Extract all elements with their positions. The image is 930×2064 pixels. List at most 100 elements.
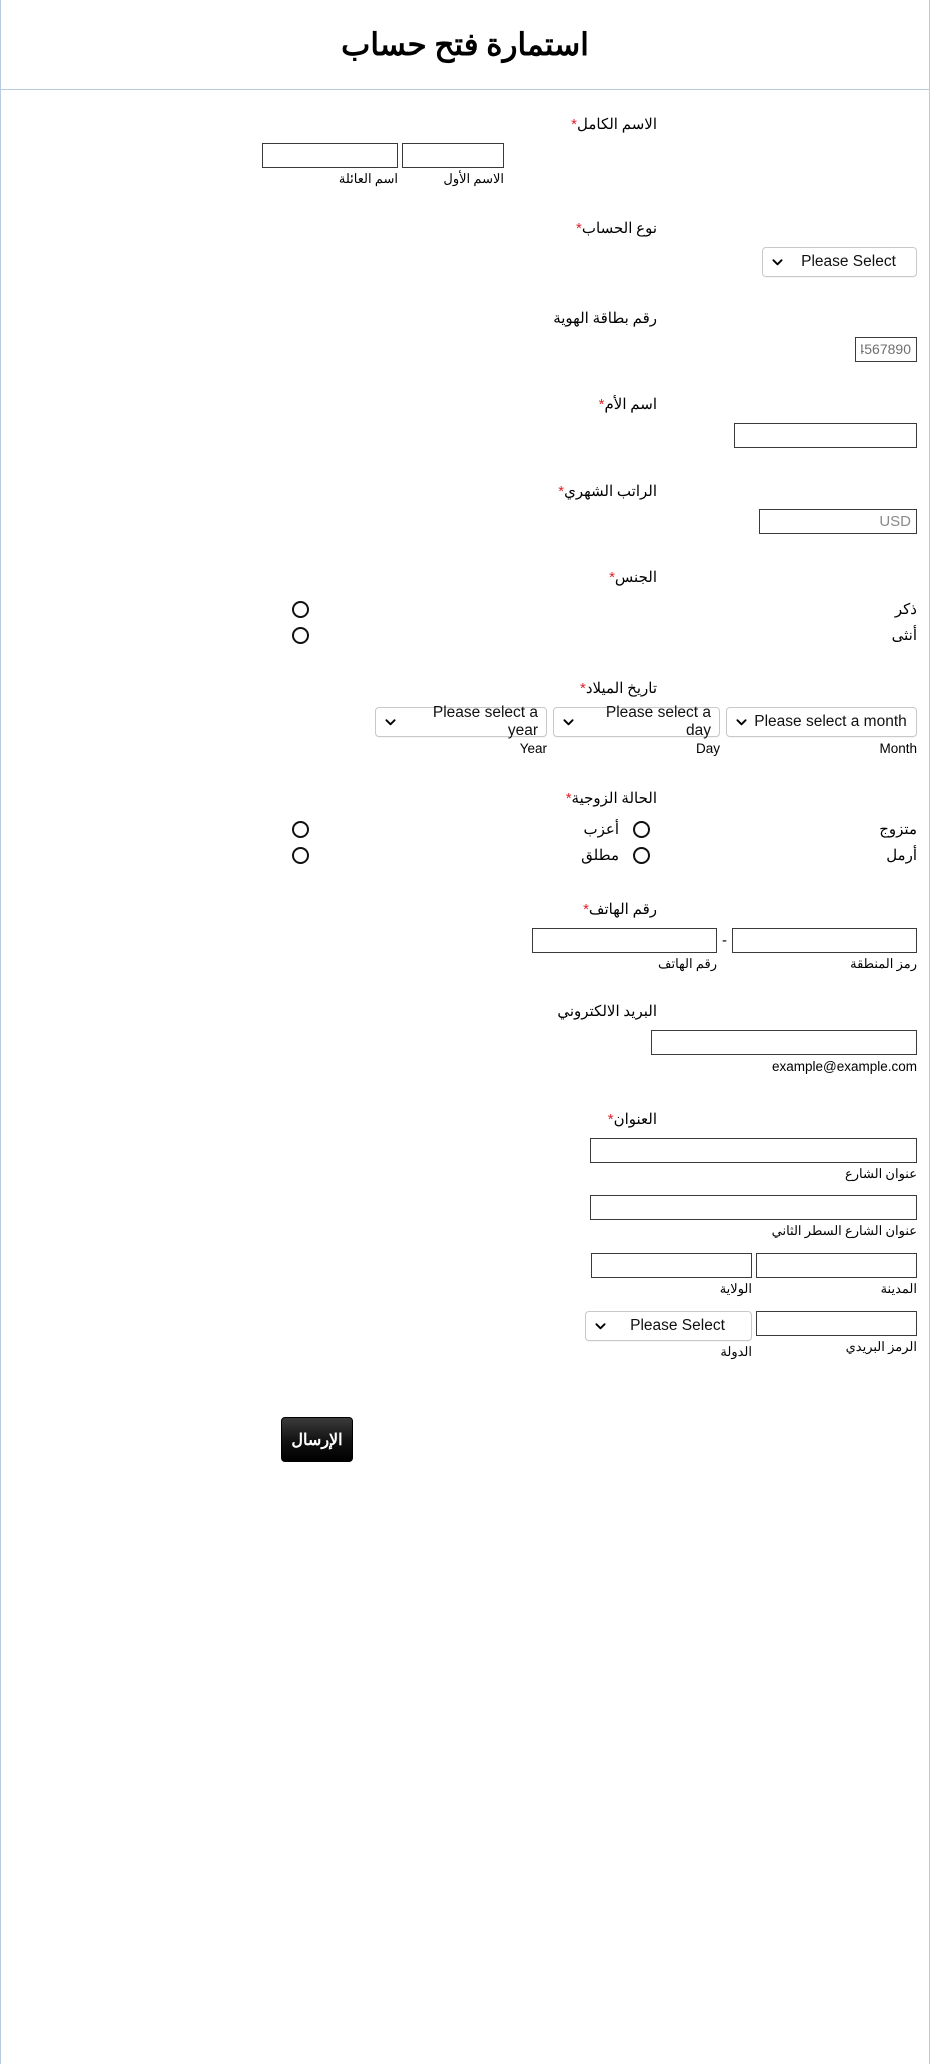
marital-single-label: أعزب [583, 822, 619, 839]
marital-divorced-label: مطلق [581, 848, 619, 865]
field-marital-status: الحالة الزوجية* متزوج أعزب أرمل مطلق [1, 790, 929, 869]
field-birth-date: تاريخ الميلاد* Please select a month Mon… [1, 680, 929, 757]
gender-male-radio[interactable] [292, 600, 309, 618]
account-type-select[interactable]: Please Select [762, 247, 917, 278]
first-name-group: الاسم الأول [402, 142, 504, 187]
mother-name-row [262, 422, 917, 448]
email-group: example@example.com [651, 1029, 917, 1075]
chevron-down-icon [563, 716, 574, 727]
marital-single-radio[interactable] [292, 821, 309, 839]
chevron-down-icon [595, 1320, 606, 1331]
phone-area-code-group: رمز المنطقة [732, 927, 917, 972]
mother-name-label: اسم الأم* [1, 396, 657, 415]
phone-label: رقم الهاتف* [1, 901, 657, 920]
monthly-salary-input[interactable] [759, 509, 917, 535]
gender-label-text: الجنس [614, 570, 657, 587]
id-card-input[interactable] [855, 336, 917, 362]
form-page: استمارة فتح حساب الاسم الكامل* الاسم الأ… [0, 0, 930, 2064]
field-id-card: رقم بطاقة الهوية [1, 310, 929, 362]
gender-female-radio[interactable] [292, 626, 309, 644]
birth-year-select[interactable]: Please select a year [375, 703, 547, 739]
birth-day-select[interactable]: Please select a day [553, 703, 720, 739]
id-card-label-text: رقم بطاقة الهوية [553, 311, 657, 328]
field-address: العنوان* عنوان الشارع عنوان الشارع السطر… [1, 1111, 929, 1359]
field-gender: الجنس* ذكر أنثى [1, 569, 929, 648]
first-name-sublabel: الاسم الأول [443, 170, 504, 186]
address-city-sublabel: المدينة [880, 1281, 917, 1296]
field-phone: رقم الهاتف* رمز المنطقة - رقم الهاتف [1, 901, 929, 971]
address-state-group: الولاية [591, 1253, 752, 1297]
mother-name-input[interactable] [734, 422, 917, 448]
phone-number-input[interactable] [532, 927, 717, 953]
birth-month-value: Please select a month [754, 712, 907, 730]
address-postal-input[interactable] [756, 1310, 917, 1336]
full-name-label: الاسم الكامل* [1, 116, 657, 135]
address-city-input[interactable] [756, 1253, 917, 1278]
address-label: العنوان* [1, 1111, 657, 1130]
birth-day-value: Please select a day [605, 703, 711, 739]
address-state-input[interactable] [591, 1253, 752, 1278]
birth-month-group: Please select a month Month [726, 706, 917, 757]
marital-status-label-text: الحالة الزوجية [571, 791, 657, 808]
address-city-group: المدينة [756, 1253, 917, 1297]
gender-radio-group: ذكر أنثى [262, 596, 917, 648]
address-street2-sublabel: عنوان الشارع السطر الثاني [771, 1223, 917, 1239]
mother-name-label-text: اسم الأم [604, 396, 657, 413]
first-name-input[interactable] [402, 142, 504, 168]
marital-widowed-radio[interactable] [633, 847, 650, 865]
field-monthly-salary: الراتب الشهري* [1, 483, 929, 535]
gender-option-male: ذكر [262, 596, 917, 622]
marital-widowed-label: أرمل [886, 848, 917, 865]
address-country-group: Please Select الدولة [585, 1310, 752, 1360]
chevron-down-icon [385, 716, 396, 727]
field-email: البريد الالكتروني example@example.com [1, 1003, 929, 1075]
last-name-sublabel: اسم العائلة [338, 170, 398, 186]
email-input[interactable] [651, 1029, 917, 1055]
address-city-state-row: المدينة الولاية [262, 1253, 917, 1297]
page-title: استمارة فتح حساب [341, 26, 589, 62]
address-state-sublabel: الولاية [719, 1281, 752, 1296]
birth-year-sublabel: Year [519, 740, 547, 756]
phone-area-code-input[interactable] [732, 927, 917, 953]
address-country-select[interactable]: Please Select [585, 1310, 752, 1341]
account-type-value: Please Select [801, 253, 896, 271]
address-label-text: العنوان [613, 1112, 657, 1129]
address-street-input[interactable] [590, 1137, 917, 1163]
account-type-row: Please Select [262, 247, 917, 278]
phone-label-text: رقم الهاتف [588, 901, 657, 918]
account-type-label: نوع الحساب* [1, 220, 657, 239]
birth-month-select[interactable]: Please select a month [726, 706, 917, 737]
address-postal-country-row: الرمز البريدي Please Select الدولة [262, 1310, 917, 1360]
address-street2-row: عنوان الشارع السطر الثاني [262, 1195, 917, 1239]
birth-year-group: Please select a year Year [375, 703, 547, 757]
birth-year-value: Please select a year [432, 703, 538, 739]
id-card-label: رقم بطاقة الهوية [1, 310, 657, 329]
birth-date-label-text: تاريخ الميلاد [585, 681, 657, 698]
account-type-label-text: نوع الحساب [581, 221, 657, 238]
marital-status-label: الحالة الزوجية* [1, 790, 657, 809]
monthly-salary-row [262, 509, 917, 535]
phone-number-group: رقم الهاتف [532, 927, 717, 972]
address-postal-group: الرمز البريدي [756, 1310, 917, 1355]
address-country-value: Please Select [630, 1316, 725, 1334]
last-name-input[interactable] [262, 142, 398, 168]
birth-date-row: Please select a month Month Please selec… [262, 703, 917, 757]
marital-status-radio-group: متزوج أعزب أرمل مطلق [262, 817, 917, 869]
monthly-salary-label-text: الراتب الشهري [564, 483, 657, 500]
submit-button[interactable]: الإرسال [281, 1417, 353, 1463]
address-street2-group: عنوان الشارع السطر الثاني [590, 1195, 917, 1239]
birth-month-sublabel: Month [879, 740, 917, 756]
field-account-type: نوع الحساب* Please Select [1, 220, 929, 278]
email-label-text: البريد الالكتروني [557, 1004, 657, 1021]
field-mother-name: اسم الأم* [1, 396, 929, 448]
gender-female-label: أنثى [891, 627, 917, 644]
address-country-sublabel: الدولة [720, 1343, 752, 1359]
marital-married-radio[interactable] [633, 821, 650, 839]
email-row: example@example.com [262, 1029, 917, 1075]
address-street2-input[interactable] [590, 1195, 917, 1221]
marital-row-2: أرمل مطلق [262, 843, 917, 869]
marital-divorced-radio[interactable] [292, 847, 309, 865]
gender-label: الجنس* [1, 569, 657, 588]
birth-day-sublabel: Day [695, 740, 720, 756]
field-full-name: الاسم الكامل* الاسم الأول اسم العائلة [1, 116, 929, 186]
